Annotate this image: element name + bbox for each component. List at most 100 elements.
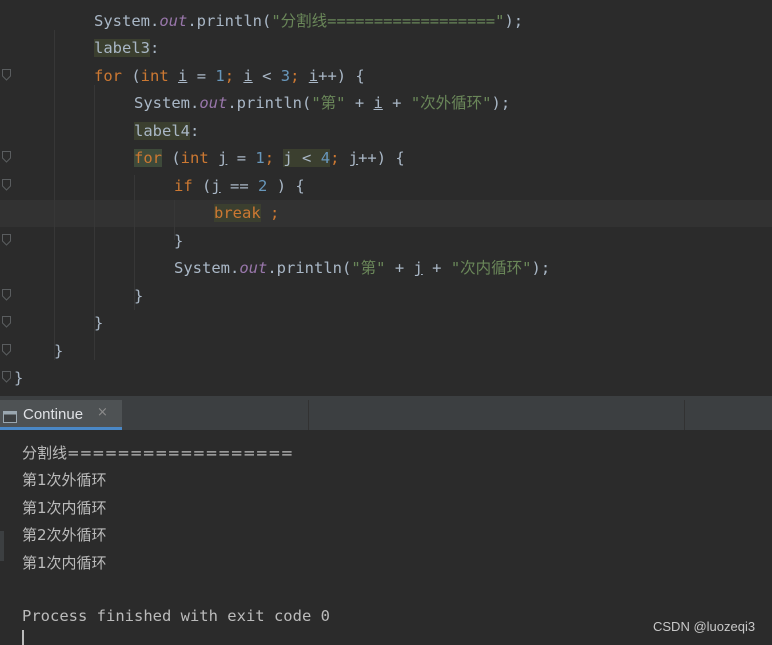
code-line[interactable]: } <box>0 228 772 255</box>
code-text: for (int i = 1; i < 3; i++) { <box>94 67 365 86</box>
fold-marker-icon[interactable] <box>2 371 11 383</box>
code-line[interactable]: label4: <box>0 118 772 145</box>
code-token: j <box>413 259 423 277</box>
code-token: j <box>211 177 221 195</box>
code-text: label3: <box>94 39 159 58</box>
code-token: out <box>199 94 228 112</box>
fold-marker-icon[interactable] <box>2 151 11 163</box>
code-token: + <box>422 259 451 277</box>
console-output[interactable]: 分割线================== 第1次外循环 第1次内循环 第2次外… <box>0 431 772 645</box>
tab-continue[interactable]: Continue × <box>0 400 122 430</box>
process-exit-line: Process finished with exit code 0 <box>22 607 330 625</box>
code-editor[interactable]: System.out.println("分割线=================… <box>0 0 772 396</box>
code-line[interactable]: } <box>0 365 772 392</box>
code-token: ( <box>162 149 181 167</box>
code-line[interactable]: label3: <box>0 35 772 62</box>
code-token: label3 <box>94 39 150 57</box>
code-text: break ; <box>214 204 279 223</box>
code-token: .println( <box>267 259 352 277</box>
code-token: label4 <box>134 122 190 140</box>
code-token: } <box>134 287 144 305</box>
indent-guide <box>54 30 55 360</box>
output-line: 第2次外循环 <box>22 526 107 544</box>
code-token: out <box>159 12 188 30</box>
code-token: = <box>187 67 216 85</box>
code-token: : <box>190 122 200 140</box>
fold-marker-icon[interactable] <box>2 179 11 191</box>
run-tab-bar: Continue × <box>0 400 772 431</box>
code-token: i <box>308 67 319 85</box>
code-token: for <box>94 67 122 85</box>
code-text: label4: <box>134 122 199 141</box>
tab-separator <box>308 400 309 430</box>
code-text: } <box>54 342 63 361</box>
code-text: System.out.println("分割线=================… <box>94 12 523 31</box>
code-token: .println( <box>187 12 272 30</box>
fold-marker-icon[interactable] <box>2 234 11 246</box>
code-text: } <box>94 314 103 333</box>
code-token: ); <box>504 12 524 30</box>
output-line: 第1次内循环 <box>22 499 107 517</box>
code-line[interactable]: } <box>0 338 772 365</box>
fold-marker-icon[interactable] <box>2 344 11 356</box>
code-line[interactable]: break ; <box>0 200 772 227</box>
code-text: } <box>14 369 23 388</box>
code-token: j <box>218 149 228 167</box>
code-token: ) { <box>267 177 305 195</box>
code-token: "次外循环" <box>410 94 492 112</box>
code-line[interactable]: for (int i = 1; i < 3; i++) { <box>0 63 772 90</box>
code-token: } <box>174 232 184 250</box>
code-token: "分割线==================" <box>271 12 505 30</box>
code-text: if (j == 2 ) { <box>174 177 305 196</box>
indent-guide <box>174 200 175 240</box>
code-line[interactable]: } <box>0 283 772 310</box>
fold-marker-icon[interactable] <box>2 289 11 301</box>
code-token: System. <box>174 259 240 277</box>
code-token: + <box>382 94 411 112</box>
code-token: = <box>227 149 256 167</box>
code-token: } <box>94 314 104 332</box>
code-token: : <box>150 39 160 57</box>
code-token: j <box>348 149 359 167</box>
code-text: System.out.println("第" + j + "次内循环"); <box>174 259 550 278</box>
code-line[interactable]: if (j == 2 ) { <box>0 173 772 200</box>
code-token: 2 <box>258 177 268 195</box>
output-line: 第1次外循环 <box>22 471 107 489</box>
code-token: } <box>54 342 64 360</box>
code-token: System. <box>94 12 160 30</box>
code-token: + <box>345 94 374 112</box>
code-token: 3 <box>280 67 291 85</box>
code-line[interactable]: for (int j = 1; j < 4; j++) { <box>0 145 772 172</box>
code-token: ); <box>531 259 551 277</box>
code-token: for <box>134 149 162 167</box>
code-token: 1 <box>215 67 225 85</box>
code-text: System.out.println("第" + i + "次外循环"); <box>134 94 510 113</box>
fold-marker-icon[interactable] <box>2 69 11 81</box>
console-scroll-marker <box>0 531 4 561</box>
code-token: i <box>243 67 253 85</box>
close-icon[interactable]: × <box>97 405 108 420</box>
fold-marker-icon[interactable] <box>2 316 11 328</box>
code-token: ( <box>192 177 212 195</box>
code-line[interactable]: } <box>0 310 772 337</box>
code-token: .println( <box>227 94 312 112</box>
text-caret <box>22 630 24 645</box>
code-line[interactable]: System.out.println("分割线=================… <box>0 8 772 35</box>
code-line[interactable]: System.out.println("第" + i + "次外循环"); <box>0 90 772 117</box>
code-token: "次内循环" <box>450 259 532 277</box>
code-token: out <box>239 259 268 277</box>
output-line: 第1次内循环 <box>22 554 107 572</box>
code-line[interactable]: System.out.println("第" + j + "次内循环"); <box>0 255 772 282</box>
indent-guide <box>134 175 135 310</box>
code-token: System. <box>134 94 200 112</box>
code-token: if <box>174 177 193 195</box>
console-icon <box>3 408 17 423</box>
code-token: == <box>220 177 259 195</box>
code-token: ; <box>270 204 280 222</box>
code-token: break <box>214 204 261 222</box>
